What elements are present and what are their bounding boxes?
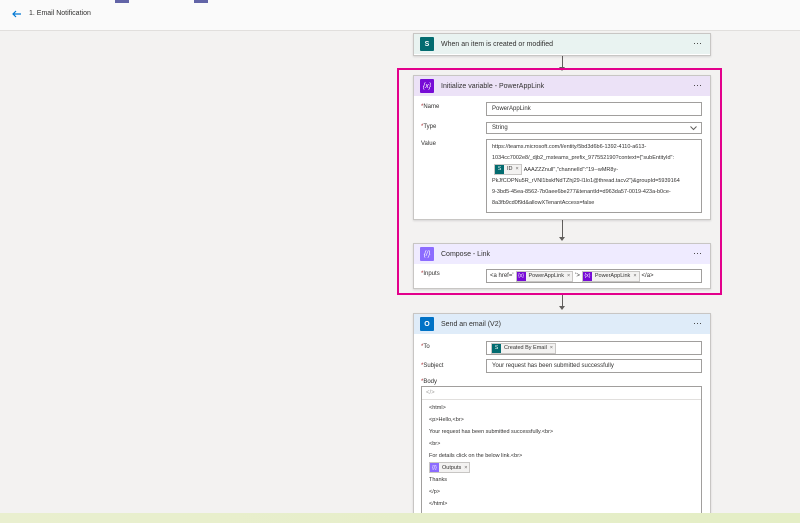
connector-arrow — [559, 306, 565, 310]
poweractlink-token[interactable]: {x} PowerAppLink × — [515, 270, 574, 282]
code-view-icon[interactable]: </> — [422, 387, 701, 400]
outlook-icon: O — [420, 317, 434, 331]
more-options-icon[interactable]: ··· — [693, 318, 702, 328]
remove-token-icon[interactable]: × — [464, 462, 467, 474]
init-variable-header: {x} Initialize variable - PowerAppLink ·… — [414, 76, 710, 96]
outputs-token[interactable]: {/} Outputs × — [429, 462, 471, 474]
body-line: </html> — [429, 501, 448, 507]
body-line: For details click on the below link.<br> — [429, 453, 523, 459]
variable-icon: {x} — [420, 79, 434, 93]
body-editor[interactable]: </> <html> <p>Hello,<br> Your request ha… — [421, 386, 702, 514]
type-select[interactable]: String — [486, 122, 702, 134]
body-line: {/} Outputs × — [429, 462, 701, 474]
body-line: Your request has been submitted successf… — [429, 429, 554, 435]
remove-token-icon[interactable]: × — [633, 273, 636, 279]
trigger-label: When an item is created or modified — [441, 40, 554, 48]
init-variable-card[interactable]: {x} Initialize variable - PowerAppLink ·… — [413, 75, 711, 220]
name-field-label: *Name — [421, 104, 440, 110]
top-bar: 1. Email Notification — [0, 0, 800, 31]
more-options-icon[interactable]: ··· — [693, 38, 702, 48]
chevron-down-icon — [690, 126, 697, 131]
compose-card[interactable]: {/} Compose - Link ··· *Inputs <a href='… — [413, 243, 711, 289]
send-email-card[interactable]: O Send an email (V2) ··· *To S Created B… — [413, 313, 711, 520]
subject-input[interactable]: Your request has been submitted successf… — [486, 359, 702, 373]
value-input[interactable]: https://teams.microsoft.com/l/entity/5bd… — [486, 139, 702, 213]
trigger-header: S When an item is created or modified ··… — [414, 34, 710, 54]
inputs-field[interactable]: <a href=' {x} PowerAppLink × '> {x} Powe… — [486, 269, 702, 283]
init-variable-label: Initialize variable - PowerAppLink — [441, 82, 545, 90]
compose-header: {/} Compose - Link ··· — [414, 244, 710, 264]
more-options-icon[interactable]: ··· — [693, 80, 702, 90]
sharepoint-icon: S — [420, 37, 434, 51]
compose-icon: {/} — [420, 247, 434, 261]
page-title: 1. Email Notification — [29, 10, 91, 17]
compose-icon: {/} — [430, 463, 439, 473]
body-line: <br> — [429, 441, 441, 447]
tab-indicator — [194, 0, 208, 3]
body-line: <html> — [429, 405, 446, 411]
connector-line — [562, 56, 563, 67]
send-email-header: O Send an email (V2) ··· — [414, 314, 710, 334]
back-arrow-icon[interactable] — [11, 8, 23, 20]
type-field-label: *Type — [421, 124, 437, 130]
subject-field-label: *Subject — [421, 363, 444, 369]
body-line: </p> — [429, 489, 441, 495]
inputs-field-label: *Inputs — [421, 271, 440, 277]
to-input[interactable]: S Created By Email × — [486, 341, 702, 355]
trigger-card[interactable]: S When an item is created or modified ··… — [413, 33, 711, 56]
variable-icon: {x} — [582, 271, 592, 281]
sharepoint-icon: S — [495, 165, 504, 174]
remove-token-icon[interactable]: × — [567, 273, 570, 279]
sharepoint-icon: S — [492, 343, 501, 353]
id-token[interactable]: S ID × — [494, 164, 522, 175]
body-line: Thanks — [429, 477, 448, 483]
created-by-email-token[interactable]: S Created By Email × — [491, 342, 557, 354]
compose-label: Compose - Link — [441, 250, 491, 258]
name-input[interactable]: PowerAppLink — [486, 102, 702, 116]
body-field-label: *Body — [421, 379, 438, 385]
bottom-bar — [0, 513, 800, 523]
body-line: <p>Hello,<br> — [429, 417, 464, 423]
variable-icon: {x} — [516, 271, 526, 281]
remove-token-icon[interactable]: × — [516, 164, 519, 175]
send-email-label: Send an email (V2) — [441, 320, 501, 328]
more-options-icon[interactable]: ··· — [693, 248, 702, 258]
poweractlink-token[interactable]: {x} PowerAppLink × — [581, 270, 640, 282]
value-field-label: Value — [421, 141, 436, 147]
to-field-label: *To — [421, 344, 430, 350]
tab-indicator — [115, 0, 129, 3]
remove-token-icon[interactable]: × — [550, 345, 553, 351]
connector-line — [562, 293, 563, 307]
